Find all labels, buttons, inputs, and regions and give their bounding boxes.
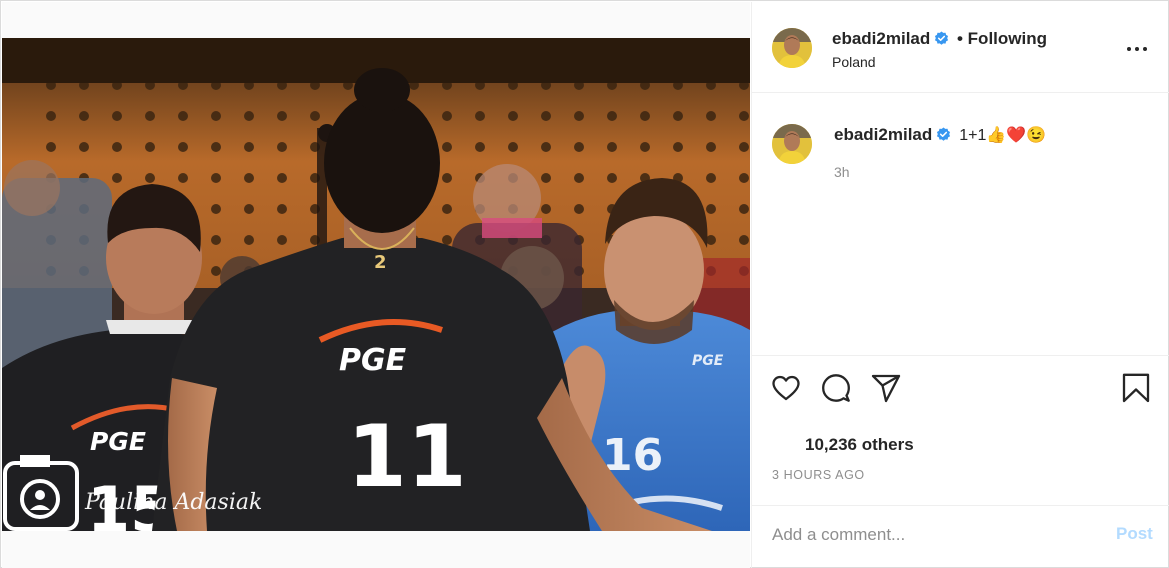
caption-username[interactable]: ebadi2milad [834,125,932,144]
post-header: ebadi2milad • Following Poland [752,2,1169,93]
paper-plane-icon[interactable] [870,372,902,404]
post-author[interactable]: ebadi2milad [832,29,949,49]
post-media: 16 PGE PGE 15 2 PGE 11 Paulina Adasiak [2,2,750,568]
avatar[interactable] [772,28,812,68]
bookmark-icon[interactable] [1120,372,1152,404]
caption-timestamp[interactable]: 3h [834,164,850,180]
post-timestamp[interactable]: 3 HOURS AGO [772,468,865,482]
post-photo[interactable]: 16 PGE PGE 15 2 PGE 11 Paulina Adasiak [2,38,750,531]
post-dialog: 16 PGE PGE 15 2 PGE 11 Paulina Adasiak e… [0,0,1169,568]
heart-icon[interactable] [770,372,802,404]
svg-text:PGE: PGE [90,427,146,456]
comments-area: ebadi2milad 1+1👍❤️😉 3h [752,94,1169,356]
comment-input[interactable] [772,520,1102,550]
svg-text:PGE: PGE [692,353,724,369]
comment-form: Post [752,505,1169,568]
svg-text:11: 11 [347,407,467,507]
caption-text: 1+1👍❤️😉 [959,127,1047,144]
likes-count[interactable]: 10,236 others [805,435,914,455]
svg-text:PGE: PGE [339,343,407,378]
verified-badge-icon [937,127,951,141]
svg-text:2: 2 [374,252,387,273]
follow-status-button[interactable]: • Following [957,29,1047,49]
more-options-icon[interactable] [1127,37,1151,61]
post-actions: 10,236 others 3 HOURS AGO [752,355,1169,505]
comment-bubble-icon[interactable] [820,372,852,404]
caption: ebadi2milad 1+1👍❤️😉 [834,125,1046,145]
username-text[interactable]: ebadi2milad [832,29,930,48]
post-side-panel: ebadi2milad • Following Poland ebadi2mil… [751,2,1169,568]
post-location[interactable]: Poland [832,54,876,70]
verified-badge-icon [935,31,949,45]
post-comment-button[interactable]: Post [1116,524,1153,544]
caption-avatar[interactable] [772,124,812,164]
svg-text:Paulina Adasiak: Paulina Adasiak [84,490,262,515]
